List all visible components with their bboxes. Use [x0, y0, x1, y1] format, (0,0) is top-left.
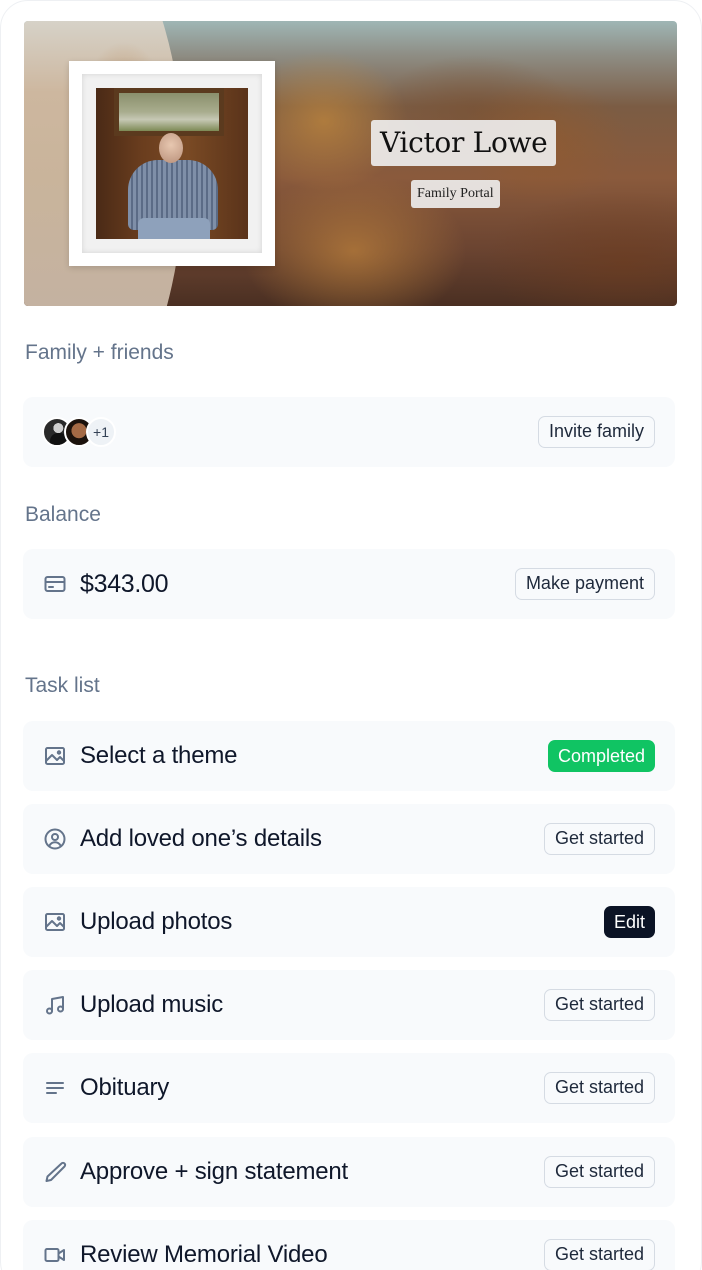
- portrait-person-head: [159, 133, 183, 163]
- pencil-icon: [42, 1159, 68, 1185]
- make-payment-button[interactable]: Make payment: [514, 568, 655, 600]
- hero-name: Victor Lowe: [371, 120, 557, 166]
- get-started-button[interactable]: Get started: [543, 989, 655, 1021]
- task-item-select-theme[interactable]: Select a theme Completed: [23, 721, 675, 791]
- portrait-background-painting: [114, 88, 224, 136]
- get-started-button[interactable]: Get started: [543, 1239, 655, 1270]
- task-title: Approve + sign statement: [80, 1158, 349, 1185]
- balance-section-label: Balance: [25, 503, 101, 526]
- task-title: Upload photos: [80, 908, 233, 935]
- task-item-obituary[interactable]: Obituary Get started: [23, 1053, 675, 1123]
- edit-button[interactable]: Edit: [603, 906, 655, 938]
- image-icon: [42, 909, 68, 935]
- family-section-label: Family + friends: [25, 341, 174, 364]
- tasks-section-label: Task list: [25, 674, 100, 697]
- task-title: Review Memorial Video: [80, 1241, 328, 1268]
- music-note-icon: [42, 992, 68, 1018]
- invite-family-button[interactable]: Invite family: [537, 416, 655, 448]
- balance-card: $343.00 Make payment: [23, 549, 675, 619]
- task-title: Upload music: [80, 991, 223, 1018]
- portrait-mat: [82, 74, 262, 253]
- image-icon: [42, 743, 68, 769]
- user-circle-icon: [42, 826, 68, 852]
- get-started-button[interactable]: Get started: [543, 823, 655, 855]
- task-title: Obituary: [80, 1074, 170, 1101]
- task-item-approve-statement[interactable]: Approve + sign statement Get started: [23, 1137, 675, 1207]
- credit-card-icon: [42, 571, 68, 597]
- portrait-person-legs: [138, 218, 210, 239]
- task-status-completed-badge[interactable]: Completed: [547, 740, 655, 772]
- hero-subtitle: Family Portal: [411, 180, 500, 208]
- task-item-review-video[interactable]: Review Memorial Video Get started: [23, 1220, 675, 1270]
- task-item-add-details[interactable]: Add loved one’s details Get started: [23, 804, 675, 874]
- task-item-upload-photos[interactable]: Upload photos Edit: [23, 887, 675, 957]
- family-card: +1 Invite family: [23, 397, 675, 467]
- text-lines-icon: [42, 1075, 68, 1101]
- portrait-frame: [69, 61, 275, 266]
- task-title: Add loved one’s details: [80, 825, 322, 852]
- family-avatar-stack[interactable]: +1: [42, 417, 116, 447]
- portrait-photo: [96, 88, 248, 239]
- balance-amount: $343.00: [80, 569, 169, 598]
- hero-banner: Victor Lowe Family Portal: [24, 21, 677, 306]
- get-started-button[interactable]: Get started: [543, 1072, 655, 1104]
- task-item-upload-music[interactable]: Upload music Get started: [23, 970, 675, 1040]
- video-camera-icon: [42, 1242, 68, 1268]
- task-title: Select a theme: [80, 742, 238, 769]
- get-started-button[interactable]: Get started: [543, 1156, 655, 1188]
- avatar-overflow-count[interactable]: +1: [86, 417, 116, 447]
